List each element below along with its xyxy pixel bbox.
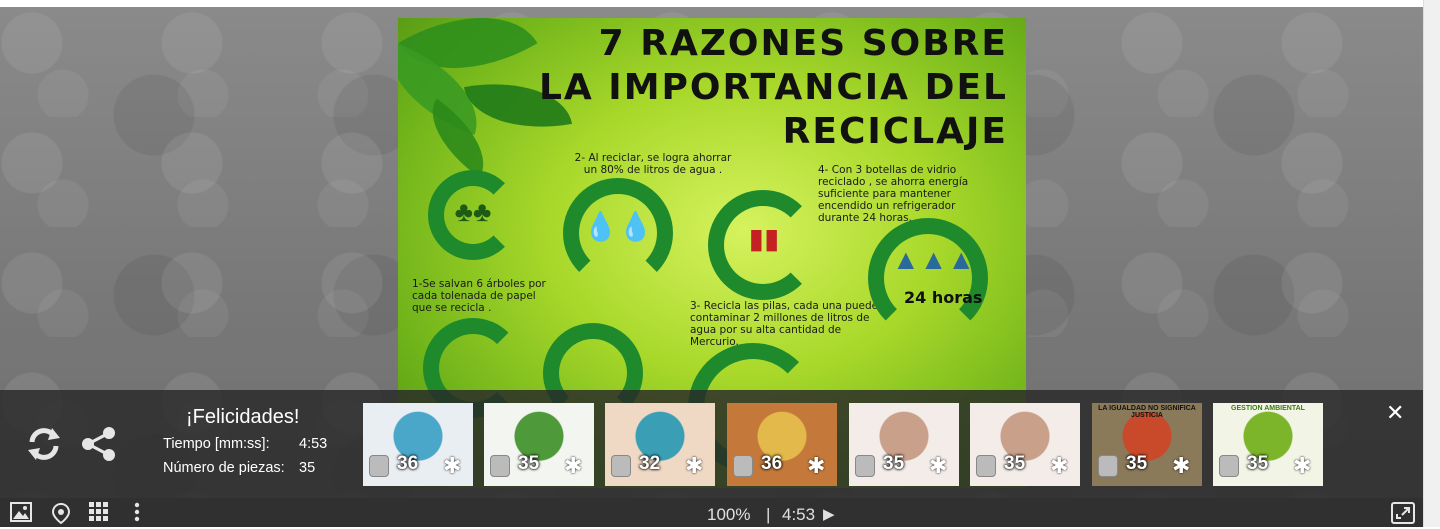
- puzzle-thumbnail[interactable]: 35 ✱: [970, 403, 1080, 486]
- locate-icon[interactable]: [50, 502, 72, 529]
- pieces-value: 35: [299, 460, 316, 476]
- title-line: RECICLAJE: [782, 111, 1008, 152]
- user-avatar-icon: [1219, 455, 1239, 477]
- more-vertical-icon[interactable]: [133, 502, 141, 527]
- piece-count: 35: [518, 453, 540, 474]
- title-line: 7 RAZONES SOBRE: [598, 23, 1008, 64]
- recycle-ring-bottles: [868, 218, 988, 338]
- puzzle-thumbnail[interactable]: 36 ✱: [363, 403, 473, 486]
- puzzle-thumbnail[interactable]: 35 ✱: [484, 403, 594, 486]
- time-label: Tiempo [mm:ss]:: [163, 436, 270, 452]
- user-avatar-icon: [369, 455, 389, 477]
- thumbnail-caption: LA IGUALDAD NO SIGNIFICA JUSTICIA: [1098, 405, 1196, 419]
- share-icon[interactable]: [80, 426, 118, 467]
- close-icon[interactable]: ✕: [1386, 400, 1404, 426]
- user-avatar-icon: [855, 455, 875, 477]
- puzzle-piece-icon: ✱: [443, 453, 462, 478]
- user-avatar-icon: [611, 455, 631, 477]
- puzzle-piece-icon: ✱: [1293, 453, 1312, 478]
- status-separator: |: [766, 505, 771, 524]
- puzzle-piece-icon: ✱: [564, 453, 583, 478]
- tree-icon: ♣♣: [454, 196, 492, 227]
- piece-count: 36: [761, 453, 783, 474]
- fullscreen-icon[interactable]: [1391, 502, 1415, 529]
- user-avatar-icon: [1098, 455, 1118, 477]
- puzzle-piece-icon: ✱: [929, 453, 948, 478]
- bottle-icon: ▲▲▲: [892, 244, 976, 275]
- puzzle-piece-icon: ✱: [685, 453, 704, 478]
- puzzle-thumbnail[interactable]: GESTION AMBIENTAL 35 ✱: [1213, 403, 1323, 486]
- thumbnail-caption: GESTION AMBIENTAL: [1231, 405, 1305, 412]
- grid-icon[interactable]: [89, 502, 109, 527]
- top-strip: [0, 0, 1423, 7]
- title-line: LA IMPORTANCIA DEL: [538, 67, 1008, 108]
- puzzle-thumbnail[interactable]: 35 ✱: [849, 403, 959, 486]
- battery-icon: ▮▮: [748, 223, 780, 254]
- piece-count: 32: [639, 453, 661, 474]
- water-drop-icon: 💧💧: [583, 211, 653, 242]
- zoom-level[interactable]: 100%: [707, 505, 750, 525]
- reason-1-text: 1-Se salvan 6 árboles por cada tolenada …: [412, 278, 546, 314]
- user-avatar-icon: [490, 455, 510, 477]
- puzzle-piece-icon: ✱: [807, 453, 826, 478]
- piece-count: 35: [1247, 453, 1269, 474]
- puzzle-piece-icon: ✱: [1050, 453, 1069, 478]
- page-scrollbar[interactable]: [1423, 0, 1440, 527]
- piece-count: 35: [1004, 453, 1026, 474]
- user-avatar-icon: [976, 455, 996, 477]
- elapsed-timer: 4:53: [782, 505, 816, 524]
- hours-label: 24 horas: [904, 288, 983, 307]
- puzzle-thumbnail[interactable]: 32 ✱: [605, 403, 715, 486]
- play-icon[interactable]: ▶: [823, 505, 835, 523]
- reason-4-text: 4- Con 3 botellas de vidrio reciclado , …: [818, 164, 969, 224]
- image-icon[interactable]: [10, 502, 32, 527]
- puzzle-title: 7 RAZONES SOBRE LA IMPORTANCIA DEL RECIC…: [508, 22, 1008, 154]
- reason-3-text: 3- Recicla las pilas, cada una puede con…: [690, 300, 879, 348]
- piece-count: 36: [397, 453, 419, 474]
- time-value: 4:53: [299, 436, 328, 452]
- piece-count: 35: [883, 453, 905, 474]
- refresh-icon[interactable]: [24, 424, 64, 469]
- piece-count: 35: [1126, 453, 1148, 474]
- puzzle-piece-icon: ✱: [1172, 453, 1191, 478]
- puzzle-thumbnail[interactable]: 36 ✱: [727, 403, 837, 486]
- pieces-label: Número de piezas:: [163, 460, 285, 476]
- congratulations-heading: ¡Felicidades!: [186, 406, 300, 428]
- user-avatar-icon: [733, 455, 753, 477]
- puzzle-thumbnail[interactable]: LA IGUALDAD NO SIGNIFICA JUSTICIA 35 ✱: [1092, 403, 1202, 486]
- reason-2-text: 2- Al reciclar, se logra ahorrar un 80% …: [574, 152, 732, 176]
